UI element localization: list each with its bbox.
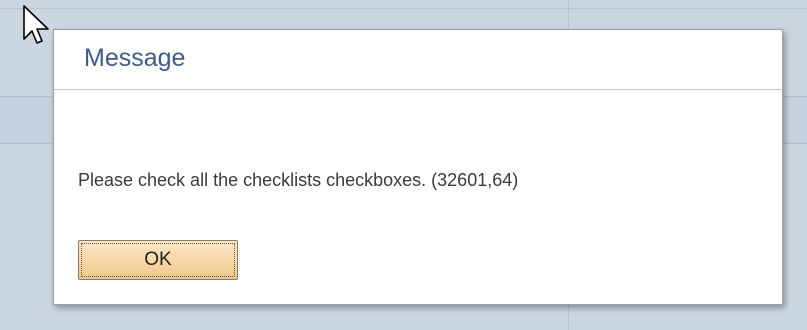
message-dialog: Message Please check all the checklists … — [53, 29, 783, 305]
arrow-pointer-icon — [23, 5, 49, 44]
background-divider — [0, 8, 807, 9]
dialog-title: Message — [84, 44, 186, 72]
dialog-header: Message — [54, 30, 782, 90]
ok-button[interactable]: OK — [78, 240, 238, 280]
dialog-message: Please check all the checklists checkbox… — [78, 170, 519, 190]
